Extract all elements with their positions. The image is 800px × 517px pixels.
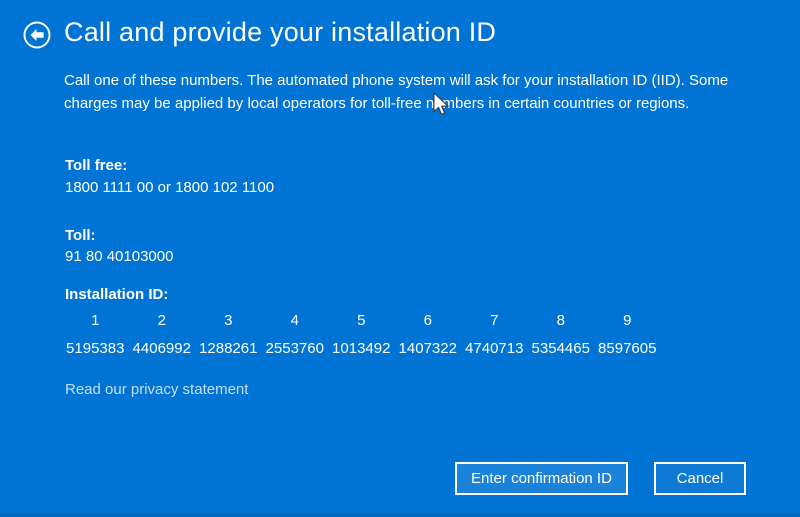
installation-id-label: Installation ID:: [65, 286, 169, 303]
iid-value-group: 2553760: [265, 340, 324, 357]
iid-value-group: 4406992: [132, 340, 191, 357]
iid-value-group: 8597605: [598, 340, 657, 357]
iid-column-header: 9: [623, 312, 632, 329]
back-arrow-icon: [23, 21, 51, 53]
iid-value-group: 5354465: [531, 340, 590, 357]
activation-call-page: Call and provide your installation ID Ca…: [0, 0, 800, 517]
toll-free-numbers: 1800 1111 00 or 1800 102 1100: [65, 179, 275, 196]
page-title: Call and provide your installation ID: [64, 17, 497, 47]
iid-column-header: 1: [91, 312, 100, 329]
iid-column-header: 2: [157, 312, 166, 329]
iid-column-header: 6: [423, 312, 432, 329]
iid-value-group: 1407322: [398, 340, 457, 357]
installation-id-value-row: 5195383 4406992 1288261 2553760 1013492 …: [62, 340, 661, 357]
privacy-statement-link[interactable]: Read our privacy statement: [65, 381, 248, 398]
toll-label: Toll:: [65, 227, 96, 244]
installation-id-header-row: 1 2 3 4 5 6 7 8 9: [62, 312, 661, 329]
iid-column-header: 4: [290, 312, 299, 329]
iid-column-header: 5: [357, 312, 366, 329]
enter-confirmation-id-button[interactable]: Enter confirmation ID: [455, 462, 628, 495]
iid-value-group: 4740713: [465, 340, 524, 357]
iid-value-group: 1013492: [332, 340, 391, 357]
iid-column-header: 8: [556, 312, 565, 329]
iid-column-header: 7: [490, 312, 499, 329]
toll-number: 91 80 40103000: [65, 248, 174, 265]
description-text: Call one of these numbers. The automated…: [64, 72, 729, 112]
window-bottom-edge: [0, 513, 800, 517]
toll-free-label: Toll free:: [65, 157, 128, 174]
iid-column-header: 3: [224, 312, 233, 329]
iid-value-group: 5195383: [66, 340, 125, 357]
iid-value-group: 1288261: [199, 340, 258, 357]
cancel-button[interactable]: Cancel: [654, 462, 746, 495]
back-button[interactable]: [23, 21, 51, 49]
